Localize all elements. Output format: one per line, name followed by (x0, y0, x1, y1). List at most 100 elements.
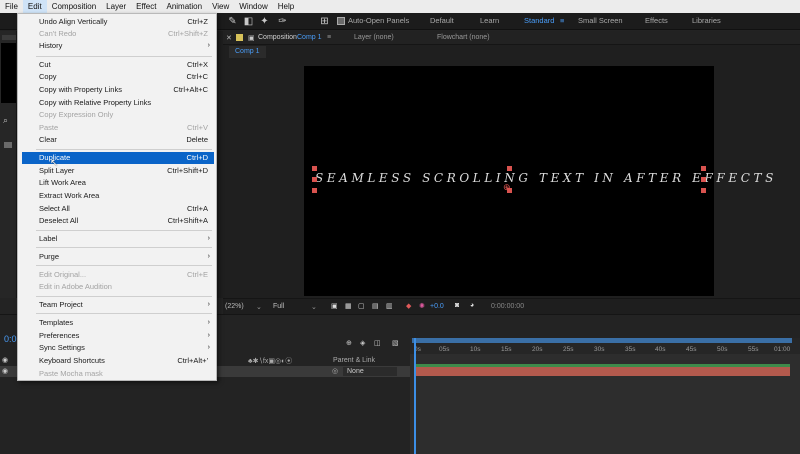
menu-item-deselect-all[interactable]: Deselect All Ctrl+Shift+A (22, 215, 214, 227)
chevron-down-icon[interactable]: ⌄ (311, 303, 317, 311)
resolution-dropdown[interactable]: Full (273, 303, 284, 310)
menu-item-team-project[interactable]: Team Project › (22, 299, 214, 311)
edit-menu: Undo Align Vertically Ctrl+Z Can't Redo Ct… (17, 13, 217, 381)
tick-label: 40s (655, 346, 666, 353)
menu-item-preferences[interactable]: Preferences › (22, 330, 214, 342)
bounding-handle[interactable] (312, 188, 317, 193)
menu-item-select-all[interactable]: Select All Ctrl+A (22, 203, 214, 215)
menu-file[interactable]: File (0, 0, 23, 13)
project-tab[interactable] (2, 35, 16, 40)
workspace-learn[interactable]: Learn (480, 16, 499, 25)
eraser-icon[interactable]: ◧ (242, 15, 255, 28)
menu-item-templates[interactable]: Templates › (22, 317, 214, 329)
comp-item-icon[interactable] (4, 142, 12, 148)
menu-item-clear[interactable]: Clear Delete (22, 134, 214, 146)
menu-item-history[interactable]: History › (22, 40, 214, 52)
bounding-handle[interactable] (701, 188, 706, 193)
menu-edit[interactable]: Edit (22, 0, 47, 13)
motion-blur-icon[interactable]: ◈ (360, 339, 365, 347)
search-icon[interactable]: ⌕ (3, 115, 13, 125)
chevron-right-icon: › (207, 344, 210, 351)
camera-snapshot-icon[interactable]: ◙ (455, 302, 459, 309)
comp-navigator-tab[interactable]: Comp 1 (229, 46, 266, 58)
menu-item-lift-work-area[interactable]: Lift Work Area (22, 177, 214, 189)
parent-pickwhip-icon[interactable]: ◎ (332, 367, 338, 375)
menu-view[interactable]: View (207, 0, 234, 13)
region-of-interest-icon[interactable]: ▣ (331, 302, 338, 310)
menu-item-extract-work-area[interactable]: Extract Work Area (22, 190, 214, 202)
menu-separator (36, 296, 212, 297)
bounding-handle[interactable] (312, 166, 317, 171)
bounding-handle[interactable] (701, 177, 706, 182)
workspace-effects[interactable]: Effects (645, 16, 668, 25)
eye-icon[interactable]: ◉ (2, 367, 8, 375)
menu-item-undo[interactable]: Undo Align Vertically Ctrl+Z (22, 16, 214, 28)
composition-tab-label[interactable]: Composition (258, 34, 297, 41)
zoom-dropdown[interactable]: (22%) (225, 303, 244, 310)
3d-view-icon[interactable]: ▥ (386, 302, 393, 310)
text-layer-title[interactable]: SEAMLESS SCROLLING TEXT IN AFTER EFFECTS (315, 171, 773, 187)
composition-icon: ▣ (248, 35, 255, 42)
workspace-menu-icon[interactable]: ≡ (560, 16, 564, 25)
bounding-handle[interactable] (701, 166, 706, 171)
menu-item-redo: Can't Redo Ctrl+Shift+Z (39, 29, 208, 38)
menu-item-purge[interactable]: Purge › (22, 251, 214, 263)
viewer-timecode[interactable]: 0:00:00:00 (491, 303, 524, 310)
layer-duration-bar[interactable] (415, 367, 790, 376)
menubar: File Edit Composition Layer Effect Anima… (0, 0, 800, 13)
workspace-default[interactable]: Default (430, 16, 454, 25)
frame-blending-icon[interactable]: ◫ (374, 339, 381, 347)
menu-item-keyboard-shortcuts[interactable]: Keyboard Shortcuts Ctrl+Alt+' (22, 355, 214, 367)
anchor-point-icon[interactable]: ⊕ (503, 182, 511, 193)
composition-tab-name[interactable]: Comp 1 (297, 34, 322, 41)
menu-animation[interactable]: Animation (161, 0, 207, 13)
composition-panel-header: ✕ ▣ Composition Comp 1 ≡ Layer (none) Fl… (223, 31, 800, 45)
playhead[interactable] (414, 338, 416, 454)
guides-icon[interactable]: ▤ (372, 302, 379, 310)
menu-item-sync-settings[interactable]: Sync Settings › (22, 342, 214, 354)
puppet-pin-icon[interactable]: ✑ (276, 15, 289, 28)
work-area-bar[interactable] (412, 338, 792, 343)
menu-item-copy-relative-links[interactable]: Copy with Relative Property Links (22, 97, 214, 109)
snapping-icon[interactable]: ⊞ (318, 15, 331, 28)
color-channel-icon[interactable]: ◆ (406, 302, 411, 310)
menu-item-copy[interactable]: Copy Ctrl+C (22, 71, 214, 83)
menu-help[interactable]: Help (273, 0, 299, 13)
menu-item-cut[interactable]: Cut Ctrl+X (22, 59, 214, 71)
workspace-libraries[interactable]: Libraries (692, 16, 721, 25)
current-time-display[interactable]: 0:0 (4, 334, 17, 344)
flowchart-tab[interactable]: Flowchart (none) (437, 34, 490, 41)
bounding-handle[interactable] (507, 166, 512, 171)
chevron-down-icon[interactable]: ⌄ (256, 303, 262, 311)
bounding-handle[interactable] (312, 177, 317, 182)
switches-icons: ♣✱∖fx▣◎◐⦿ (248, 358, 293, 365)
menu-composition[interactable]: Composition (47, 0, 101, 13)
mask-visibility-icon[interactable]: ▢ (358, 302, 365, 310)
tick-label: 45s (686, 346, 697, 353)
menu-window[interactable]: Window (234, 0, 272, 13)
layer-tab[interactable]: Layer (none) (354, 34, 394, 41)
show-snapshot-icon[interactable]: ◕ (470, 302, 474, 309)
eye-icon[interactable]: ◉ (2, 356, 8, 364)
parent-dropdown[interactable]: None (343, 367, 397, 376)
menu-effect[interactable]: Effect (131, 0, 161, 13)
roto-brush-icon[interactable]: ✦ (258, 15, 271, 28)
composition-menu-icon[interactable]: ≡ (327, 34, 331, 41)
menu-item-copy-property-links[interactable]: Copy with Property Links Ctrl+Alt+C (22, 84, 214, 96)
close-icon[interactable]: ✕ (226, 34, 232, 42)
auto-open-panels-checkbox[interactable] (337, 17, 345, 25)
lock-icon[interactable] (236, 34, 243, 41)
graph-editor-icon[interactable]: ▧ (392, 339, 399, 347)
mouse-cursor-icon: ↖ (50, 158, 59, 169)
exposure-value[interactable]: +0.0 (430, 303, 444, 310)
brush-icon[interactable]: ✎ (226, 15, 239, 28)
draft-3d-icon[interactable]: ⊕ (346, 339, 352, 347)
parent-link-header: Parent & Link (333, 357, 376, 364)
menu-item-paste: Paste Ctrl+V (39, 123, 208, 132)
workspace-small-screen[interactable]: Small Screen (578, 16, 623, 25)
workspace-standard[interactable]: Standard (524, 16, 554, 25)
exposure-icon[interactable]: ✺ (419, 302, 425, 310)
transparency-grid-icon[interactable]: ▦ (345, 302, 352, 310)
menu-layer[interactable]: Layer (101, 0, 131, 13)
menu-item-label[interactable]: Label › (22, 233, 214, 245)
